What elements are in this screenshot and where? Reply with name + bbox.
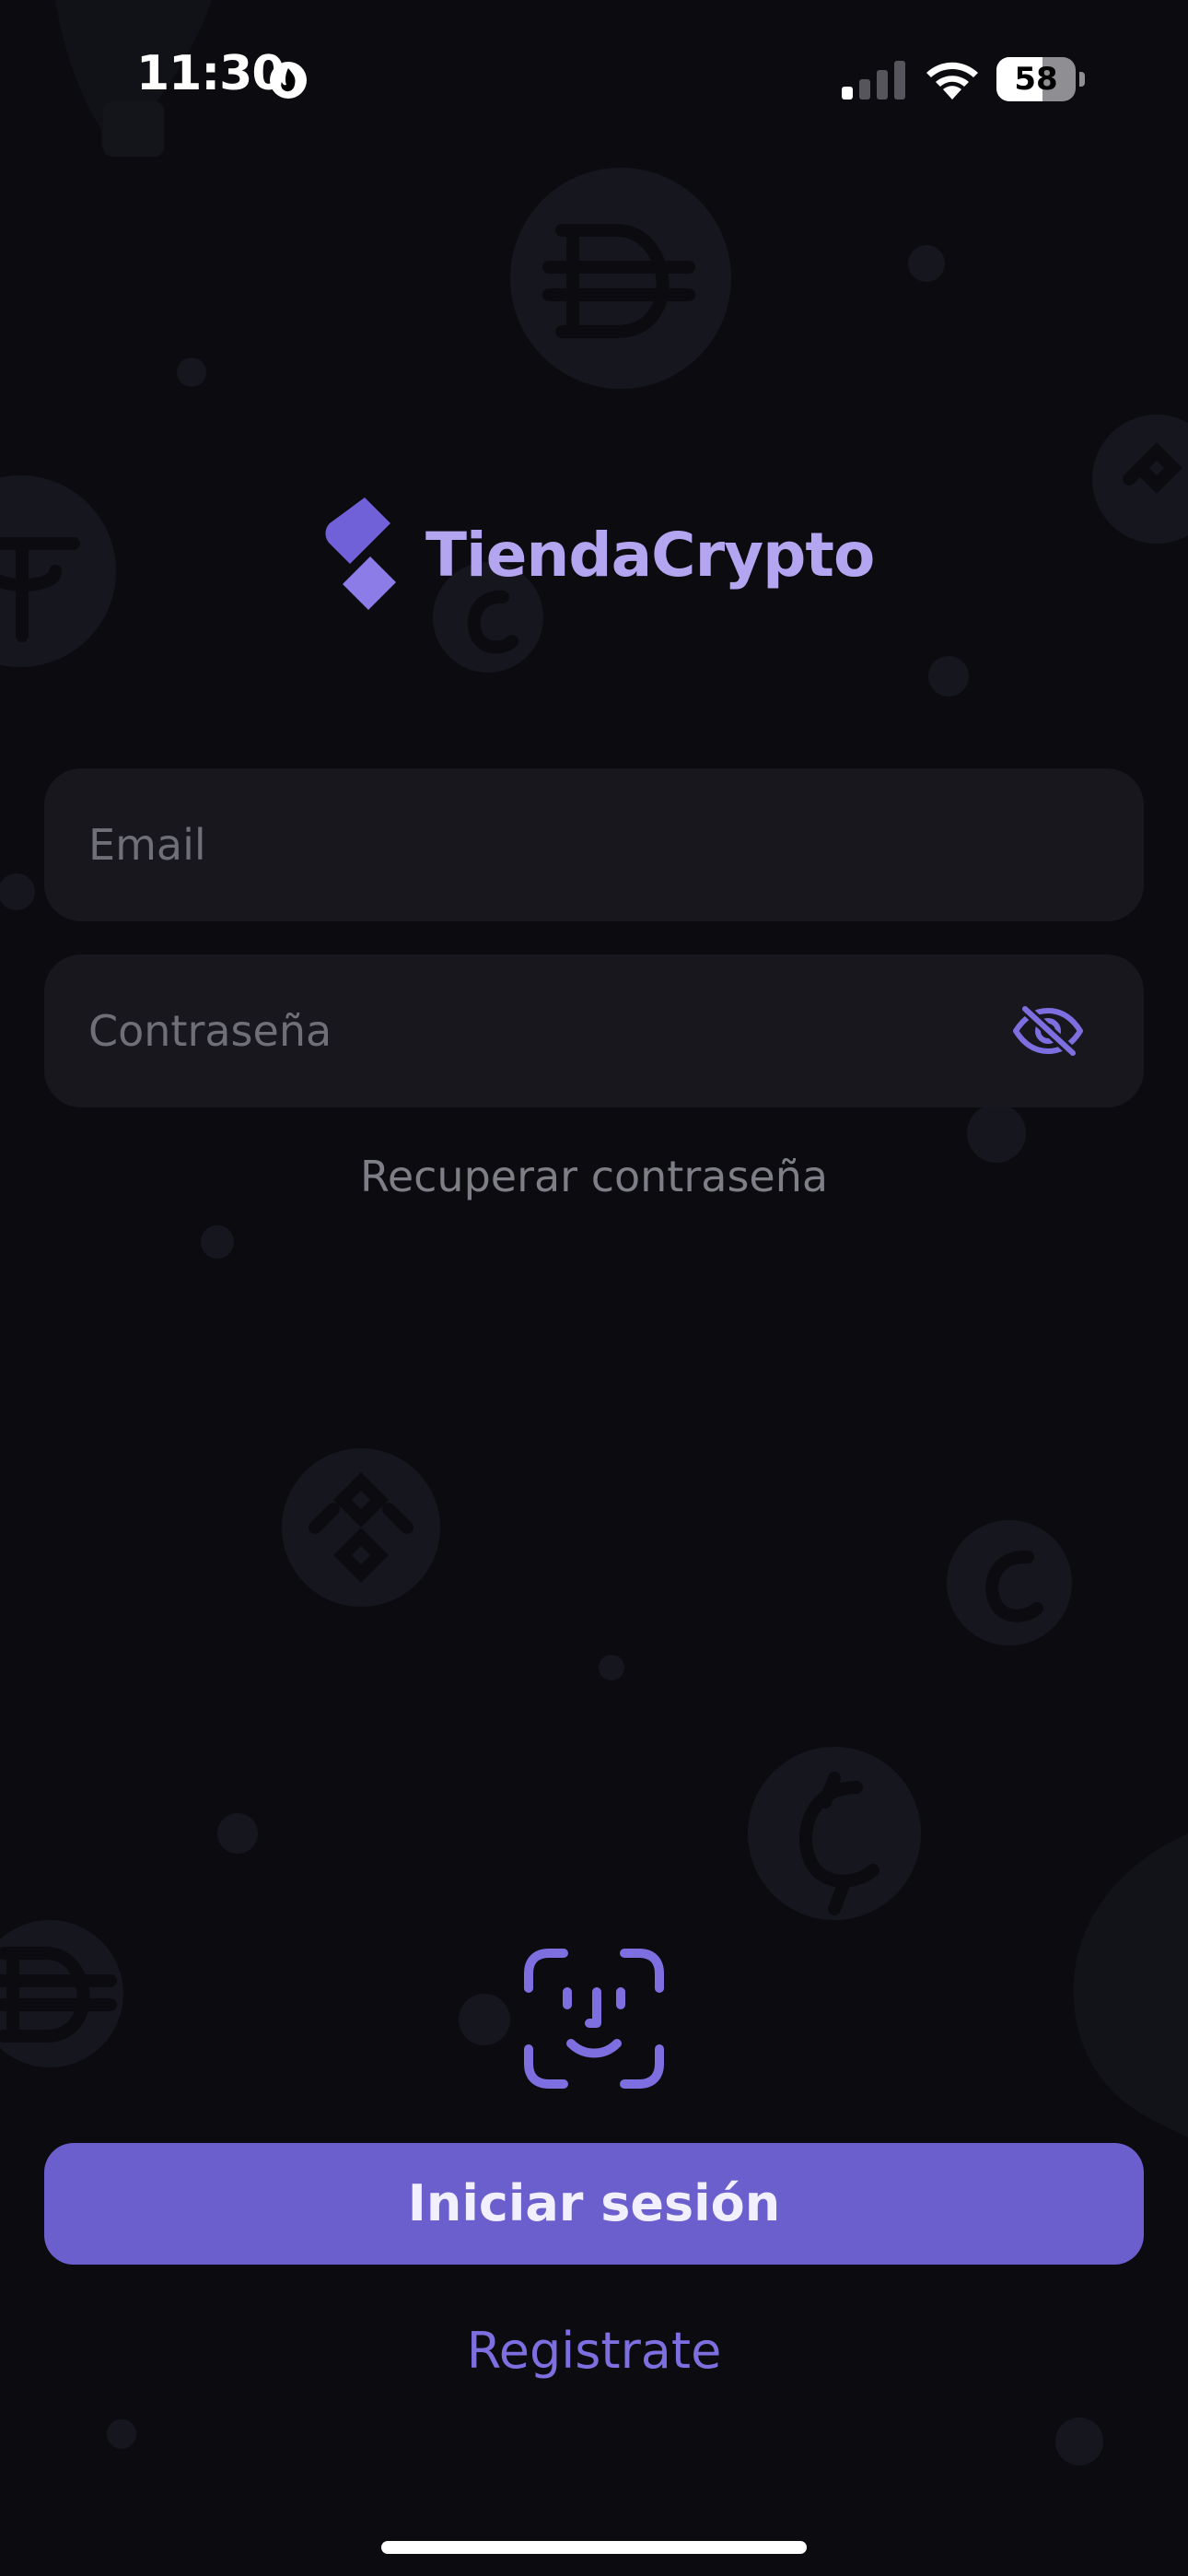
password-visibility-toggle[interactable]	[1011, 999, 1085, 1063]
password-field[interactable]	[44, 954, 1144, 1107]
battery-icon: 58	[996, 57, 1085, 101]
wifi-icon	[926, 62, 978, 100]
face-id-icon[interactable]	[523, 1948, 665, 2090]
brand-name: TiendaCrypto	[425, 519, 875, 591]
signal-icon	[842, 61, 905, 100]
tiendacrypto-logo-icon	[325, 498, 396, 610]
email-field[interactable]	[44, 768, 1144, 921]
flame-icon	[270, 62, 307, 99]
battery-level: 58	[1014, 61, 1058, 98]
status-time: 11:30	[136, 46, 285, 101]
password-input[interactable]	[88, 954, 1009, 1107]
login-screen: 11:30 58 TiendaCrypto Email Recuperar co…	[0, 0, 1188, 2576]
status-bar: 11:30 58	[0, 0, 1188, 157]
login-button[interactable]: Iniciar sesión	[44, 2143, 1144, 2265]
home-indicator[interactable]	[381, 2541, 807, 2554]
recover-password-link[interactable]: Recuperar contraseña	[0, 1152, 1188, 1201]
eye-slash-icon	[1013, 1005, 1083, 1057]
brand-logo: TiendaCrypto	[322, 498, 875, 612]
email-input[interactable]	[88, 768, 1009, 921]
register-link[interactable]: Registrate	[0, 2322, 1188, 2380]
